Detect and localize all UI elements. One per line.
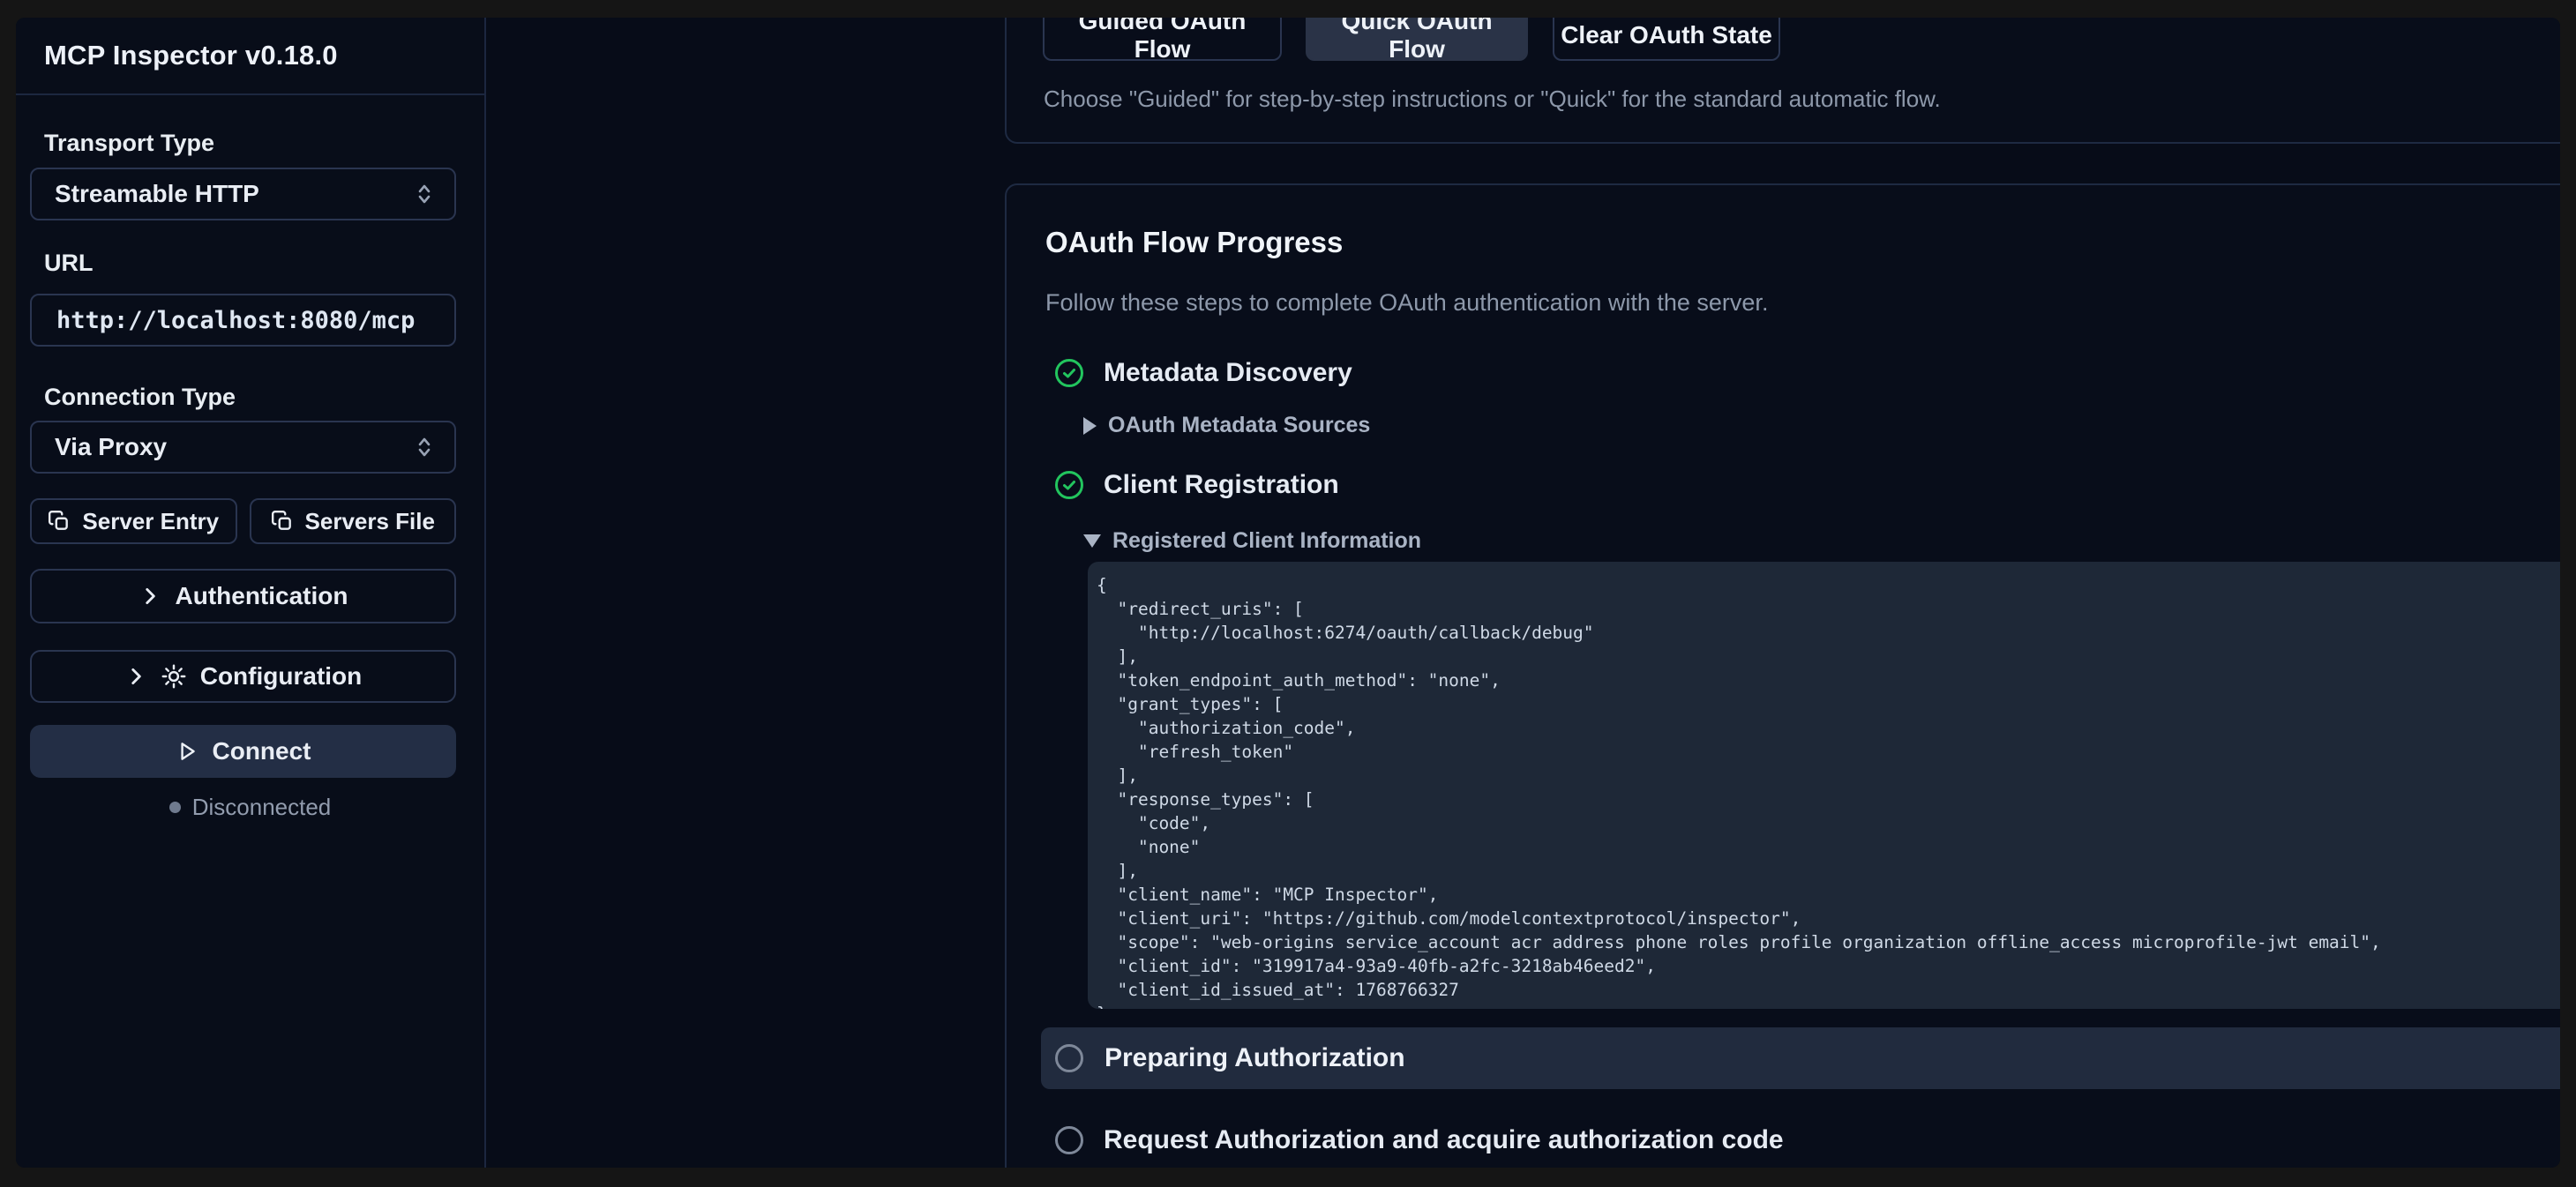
url-value: http://localhost:8080/mcp (56, 307, 415, 334)
configuration-label: Configuration (200, 662, 363, 691)
guided-oauth-flow-button[interactable]: Guided OAuth Flow (1043, 18, 1282, 61)
collapsible-label: OAuth Metadata Sources (1108, 413, 1370, 438)
connection-type-value: Via Proxy (55, 433, 167, 461)
chevron-right-icon (139, 585, 161, 608)
copy-icon (271, 510, 294, 533)
step-metadata-discovery: Metadata Discovery (1054, 358, 1352, 388)
sidebar-header: MCP Inspector v0.18.0 (16, 18, 484, 95)
gear-icon (161, 664, 186, 689)
collapsible-label: Registered Client Information (1112, 528, 1421, 554)
registered-client-information-toggle[interactable]: Registered Client Information (1083, 528, 1421, 554)
play-icon (176, 740, 198, 763)
triangle-down-icon (1083, 534, 1101, 548)
connect-label: Connect (213, 737, 311, 765)
server-entry-label: Server Entry (82, 508, 219, 535)
step-label: Preparing Authorization (1105, 1043, 1405, 1073)
connection-type-select[interactable]: Via Proxy (30, 421, 456, 474)
client-info-json: { "redirect_uris": [ "http://localhost:6… (1097, 573, 2560, 1009)
toolbar-hint-text: Choose "Guided" for step-by-step instruc… (1044, 86, 1941, 113)
step-preparing-authorization: Preparing Authorization (1041, 1027, 2560, 1089)
transport-type-value: Streamable HTTP (55, 180, 259, 208)
server-entry-button[interactable]: Server Entry (30, 498, 237, 544)
app-window: MCP Inspector v0.18.0 Transport Type Str… (16, 18, 2560, 1168)
url-input[interactable]: http://localhost:8080/mcp (30, 294, 456, 347)
card-subtitle: Follow these steps to complete OAuth aut… (1045, 289, 1768, 317)
servers-file-label: Servers File (305, 508, 435, 535)
configuration-toggle[interactable]: Configuration (30, 650, 456, 703)
app-title: MCP Inspector v0.18.0 (44, 40, 338, 71)
oauth-toolbar-card: Guided OAuth Flow Quick OAuth Flow Clear… (1005, 18, 2560, 144)
chevron-right-icon (124, 665, 147, 688)
authentication-toggle[interactable]: Authentication (30, 569, 456, 623)
transport-type-label: Transport Type (44, 131, 214, 155)
copy-buttons-row: Server Entry Servers File (30, 498, 456, 544)
step-label: Client Registration (1104, 470, 1339, 500)
triangle-right-icon (1083, 417, 1097, 435)
empty-circle-icon (1054, 1125, 1084, 1155)
check-circle-icon (1054, 358, 1084, 388)
status-label: Disconnected (192, 794, 332, 821)
connection-status: Disconnected (16, 794, 484, 821)
quick-oauth-flow-button[interactable]: Quick OAuth Flow (1306, 18, 1528, 61)
main-content: Guided OAuth Flow Quick OAuth Flow Clear… (486, 18, 2560, 1168)
step-request-authorization: Request Authorization and acquire author… (1054, 1125, 1784, 1155)
step-client-registration: Client Registration (1054, 470, 1339, 500)
step-label: Request Authorization and acquire author… (1104, 1125, 1784, 1155)
oauth-flow-progress-card: OAuth Flow Progress Follow these steps t… (1005, 183, 2560, 1168)
connection-type-label: Connection Type (44, 384, 236, 409)
servers-file-button[interactable]: Servers File (250, 498, 457, 544)
transport-type-select[interactable]: Streamable HTTP (30, 168, 456, 220)
connect-button[interactable]: Connect (30, 725, 456, 778)
url-label: URL (44, 250, 94, 275)
updown-chevron-icon (414, 182, 435, 206)
clear-oauth-state-button[interactable]: Clear OAuth State (1553, 18, 1780, 61)
empty-circle-icon (1054, 1043, 1084, 1073)
status-dot-icon (169, 802, 181, 813)
authentication-label: Authentication (176, 582, 348, 610)
card-title: OAuth Flow Progress (1045, 226, 1343, 259)
check-circle-icon (1054, 470, 1084, 500)
oauth-metadata-sources-toggle[interactable]: OAuth Metadata Sources (1083, 413, 1370, 438)
updown-chevron-icon (414, 435, 435, 459)
registered-client-info-code-block[interactable]: { "redirect_uris": [ "http://localhost:6… (1088, 562, 2560, 1009)
sidebar: MCP Inspector v0.18.0 Transport Type Str… (16, 18, 486, 1168)
copy-icon (48, 510, 71, 533)
step-label: Metadata Discovery (1104, 358, 1352, 388)
